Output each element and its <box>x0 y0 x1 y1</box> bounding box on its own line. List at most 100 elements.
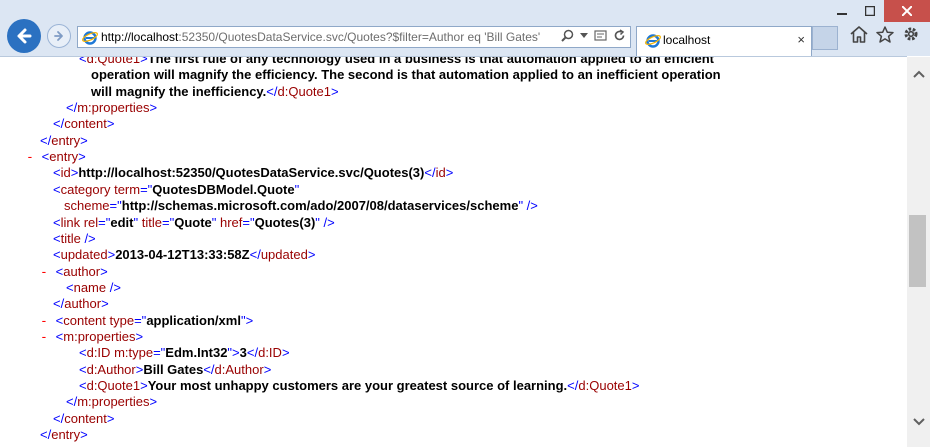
xml-token: < <box>66 279 74 295</box>
maximize-icon <box>865 6 875 16</box>
xml-token: author <box>63 263 101 279</box>
xml-line: </author> <box>53 296 109 312</box>
xml-token: =" <box>140 181 153 197</box>
xml-token: operation will magnify the efficiency. T… <box>91 67 721 83</box>
xml-line: - <entry> <box>26 149 86 165</box>
xml-token: </ <box>66 100 78 116</box>
xml-token: name <box>73 279 107 295</box>
tab-title: localhost <box>663 33 711 47</box>
close-window-button[interactable] <box>884 0 930 22</box>
xml-line: <updated>2013-04-12T13:33:58Z</updated> <box>53 247 315 263</box>
xml-line: <link rel="edit" title="Quote" href="Quo… <box>53 215 335 231</box>
favorites-star-icon[interactable] <box>876 25 894 43</box>
minimize-button[interactable] <box>828 0 856 22</box>
xml-token: updated <box>260 247 308 263</box>
scroll-thumb[interactable] <box>909 215 926 287</box>
xml-token: 2013-04-12T13:33:58Z <box>115 247 250 263</box>
xml-token: < <box>79 378 87 393</box>
dropdown-icon[interactable] <box>580 32 588 39</box>
scroll-up-button[interactable] <box>907 63 930 85</box>
xml-token: m:properties <box>63 328 136 344</box>
tab-localhost[interactable]: localhost × <box>636 26 812 56</box>
collapse-toggle[interactable]: - <box>40 330 56 345</box>
address-tools <box>561 29 626 42</box>
back-button[interactable] <box>7 19 41 53</box>
xml-token: < <box>79 345 87 361</box>
settings-gear-icon[interactable] <box>902 25 920 43</box>
collapse-toggle[interactable]: - <box>26 150 42 165</box>
xml-line: </content> <box>53 411 114 427</box>
xml-token: > <box>149 394 158 410</box>
url-path: :52350/QuotesDataService.svc/Quotes?$fil… <box>178 30 541 44</box>
xml-token: </ <box>246 345 259 361</box>
xml-line: </m:properties> <box>66 100 157 116</box>
ie-icon <box>82 31 98 45</box>
xml-line: <category term="QuotesDBModel.Quote" <box>53 182 299 198</box>
minimize-icon <box>837 13 847 15</box>
collapse-toggle[interactable]: - <box>40 314 56 329</box>
xml-token: will magnify the inefficiency. <box>91 83 267 99</box>
xml-token: </ <box>567 378 579 393</box>
xml-token: d:Author <box>214 361 264 377</box>
new-tab-button[interactable] <box>812 26 838 50</box>
url-host: http://localhost <box>101 30 179 44</box>
window-controls <box>828 0 930 22</box>
xml-token: < <box>79 56 87 66</box>
xml-line: <d:ID m:type="Edm.Int32">3</d:ID> <box>79 345 290 361</box>
xml-line: <d:Quote1>The first rule of any technolo… <box>79 56 714 67</box>
xml-token: </ <box>40 132 52 148</box>
maximize-button[interactable] <box>856 0 884 22</box>
xml-token: "> <box>240 312 254 328</box>
xml-token: < <box>53 181 61 197</box>
xml-token: d:Quote1 <box>86 56 141 66</box>
right-tools <box>850 25 920 43</box>
xml-token: > <box>331 83 339 99</box>
home-icon[interactable] <box>850 25 868 43</box>
xml-token: > <box>135 328 144 344</box>
xml-token: " <box>133 214 142 230</box>
browser-toolbar: http://localhost:52350/QuotesDataService… <box>0 0 930 56</box>
xml-line: </entry> <box>40 133 88 149</box>
xml-token: > <box>106 410 115 426</box>
search-icon[interactable] <box>561 29 574 42</box>
xml-token: > <box>631 378 640 393</box>
back-arrow-icon <box>17 28 32 44</box>
xml-token: </ <box>266 83 278 99</box>
collapse-toggle[interactable]: - <box>40 265 56 280</box>
scroll-down-button[interactable] <box>907 411 930 433</box>
address-url[interactable]: http://localhost:52350/QuotesDataService… <box>101 30 540 44</box>
xml-line: <id>http://localhost:52350/QuotesDataSer… <box>53 165 453 181</box>
xml-token: type <box>109 312 135 328</box>
xml-line: </m:properties> <box>66 394 157 410</box>
xml-token: " /> <box>518 198 538 214</box>
xml-token: edit <box>110 214 134 230</box>
xml-token: href <box>220 214 243 230</box>
xml-token: d:Quote1 <box>86 378 141 393</box>
xml-token: /> <box>106 279 121 295</box>
refresh-icon[interactable] <box>613 29 626 42</box>
xml-token: author <box>64 296 102 312</box>
tab-close-button[interactable]: × <box>797 32 805 47</box>
vertical-scrollbar[interactable] <box>907 57 930 447</box>
xml-token: </ <box>249 247 261 263</box>
xml-token: d:ID <box>86 345 115 361</box>
xml-token: d:Quote1 <box>277 83 332 99</box>
xml-line: will magnify the inefficiency.</d:Quote1… <box>91 84 339 100</box>
forward-button[interactable] <box>47 24 71 48</box>
xml-token: QuotesDBModel.Quote <box>152 181 295 197</box>
xml-token: http://schemas.microsoft.com/ado/2007/08… <box>121 198 519 214</box>
xml-token: Quote <box>174 214 212 230</box>
xml-token: http://localhost:52350/QuotesDataService… <box>78 165 425 181</box>
xml-document-view: <d:Quote1>The first rule of any technolo… <box>0 56 907 447</box>
xml-line: <name /> <box>66 280 121 296</box>
xml-token: </ <box>66 394 78 410</box>
xml-token: title <box>141 214 162 230</box>
xml-line: - <m:properties> <box>40 329 143 345</box>
xml-token: scheme <box>64 198 110 214</box>
xml-token: id <box>435 165 446 181</box>
address-bar[interactable]: http://localhost:52350/QuotesDataService… <box>77 26 631 48</box>
xml-line: <title /> <box>53 231 96 247</box>
xml-token: </ <box>424 165 436 181</box>
xml-token: content <box>64 116 107 132</box>
compat-icon[interactable] <box>594 29 607 42</box>
